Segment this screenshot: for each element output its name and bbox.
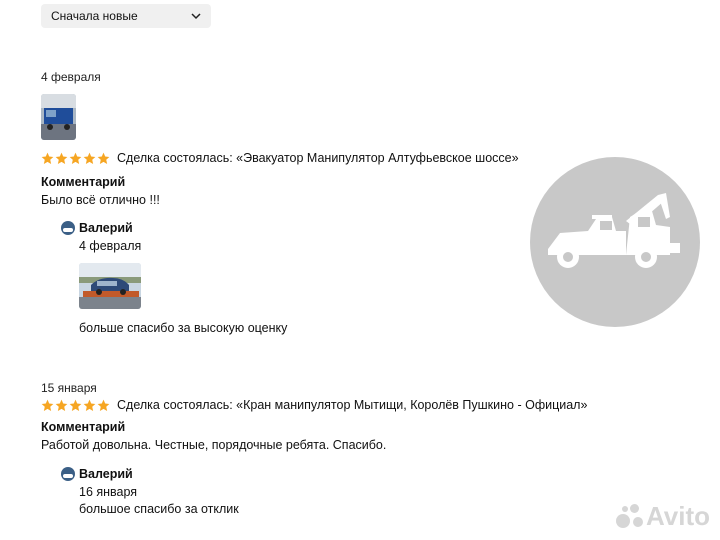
reply-text: большое спасибо за отклик [79, 502, 239, 516]
comment-label: Комментарий [41, 175, 126, 189]
reply-photo[interactable] [79, 263, 141, 309]
comment-text: Работой довольна. Честные, порядочные ре… [41, 438, 387, 452]
star-icon [97, 152, 110, 164]
star-icon [97, 399, 110, 411]
avito-brand-text: Avito [645, 501, 710, 531]
review-date: 15 января [41, 381, 97, 395]
star-icon [69, 399, 82, 411]
deal-text: Сделка состоялась: «Кран манипулятор Мыт… [117, 398, 588, 412]
reply-header: Валерий [61, 221, 133, 235]
star-icon [55, 152, 68, 164]
star-icon [41, 152, 54, 164]
chevron-down-icon [191, 13, 201, 20]
reply-author: Валерий [79, 221, 133, 235]
sort-dropdown-label: Сначала новые [51, 9, 138, 23]
review-rating-row: Сделка состоялась: «Кран манипулятор Мыт… [41, 398, 587, 412]
review-rating-row: Сделка состоялась: «Эвакуатор Манипулято… [41, 151, 519, 165]
star-icon [83, 399, 96, 411]
star-icon [55, 399, 68, 411]
avito-watermark: Avito [614, 501, 710, 532]
rating-stars [41, 399, 111, 412]
reply-header: Валерий [61, 467, 133, 481]
deal-text: Сделка состоялась: «Эвакуатор Манипулято… [117, 151, 519, 165]
rating-stars [41, 152, 111, 165]
comment-text: Было всё отлично !!! [41, 193, 160, 207]
star-icon [41, 399, 54, 411]
reply-date: 16 января [79, 485, 138, 499]
review-photo[interactable] [41, 94, 76, 140]
reply-text: больше спасибо за высокую оценку [79, 321, 288, 335]
avatar [61, 467, 75, 481]
star-icon [83, 152, 96, 164]
comment-label: Комментарий [41, 420, 126, 434]
reply-date: 4 февраля [79, 239, 142, 253]
avito-logo-icon [614, 503, 644, 530]
avatar [61, 221, 75, 235]
tow-truck-icon [548, 193, 680, 268]
review-date: 4 февраля [41, 70, 101, 84]
reply-author: Валерий [79, 467, 133, 481]
star-icon [69, 152, 82, 164]
sort-dropdown[interactable]: Сначала новые [41, 4, 211, 28]
tow-truck-watermark-logo [530, 157, 700, 327]
